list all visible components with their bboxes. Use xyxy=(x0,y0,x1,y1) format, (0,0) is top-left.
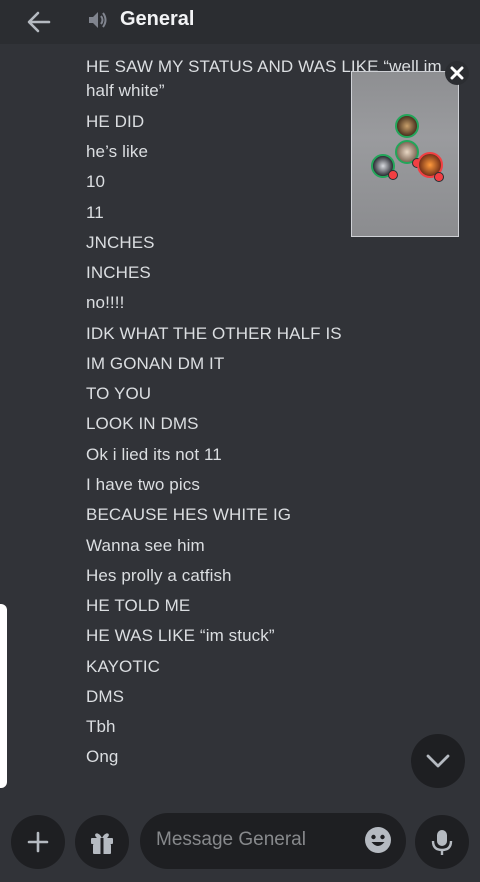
gift-button[interactable] xyxy=(75,815,129,869)
emoji-icon[interactable] xyxy=(364,826,392,854)
message-line: TO YOU xyxy=(86,384,152,403)
message-line: Hes prolly a catfish xyxy=(86,566,232,585)
message-line: Ong xyxy=(86,747,119,766)
message-line: IM GONAN DM IT xyxy=(86,354,225,373)
message-line: KAYOTIC xyxy=(86,657,161,676)
drawer-edge-handle[interactable] xyxy=(0,604,7,788)
voice-message-button[interactable] xyxy=(415,815,469,869)
message-line: Ok i lied its not 11 xyxy=(86,445,222,464)
channel-header: General xyxy=(0,0,480,44)
message-line: Wanna see him xyxy=(86,536,205,555)
message-line: DMS xyxy=(86,687,125,706)
message-line: BECAUSE HES WHITE IG xyxy=(86,505,292,524)
message-line: JNCHES xyxy=(86,233,155,252)
message-line: Tbh xyxy=(86,717,116,736)
participant-avatar[interactable] xyxy=(395,114,419,138)
muted-badge xyxy=(434,172,444,182)
close-overlay-button[interactable] xyxy=(445,61,469,85)
message-line: no!!!! xyxy=(86,293,125,312)
message-line: I have two pics xyxy=(86,475,200,494)
close-icon xyxy=(450,66,464,80)
muted-badge xyxy=(388,170,398,180)
chevron-down-icon xyxy=(426,754,450,768)
message-line: IDK WHAT THE OTHER HALF IS xyxy=(86,324,342,343)
microphone-icon xyxy=(431,830,453,855)
voice-call-overlay[interactable] xyxy=(351,71,459,237)
plus-icon xyxy=(27,831,49,853)
message-line: half white” xyxy=(86,81,165,100)
message-line: 11 xyxy=(86,203,104,222)
message-line: HE DID xyxy=(86,112,145,131)
message-line: INCHES xyxy=(86,263,151,282)
message-line: HE WAS LIKE “im stuck” xyxy=(86,626,275,645)
message-line: LOOK IN DMS xyxy=(86,414,199,433)
arrow-left-icon[interactable] xyxy=(24,7,54,37)
channel-title[interactable]: General xyxy=(120,8,194,31)
message-input-placeholder: Message General xyxy=(156,829,306,850)
add-attachment-button[interactable] xyxy=(11,815,65,869)
message-input[interactable]: Message General xyxy=(140,813,406,869)
speaker-icon xyxy=(89,12,107,28)
message-line: he’s like xyxy=(86,142,149,161)
message-line: 10 xyxy=(86,172,106,191)
gift-icon xyxy=(91,833,113,854)
jump-to-latest-button[interactable] xyxy=(411,734,465,788)
message-line: HE TOLD ME xyxy=(86,596,191,615)
